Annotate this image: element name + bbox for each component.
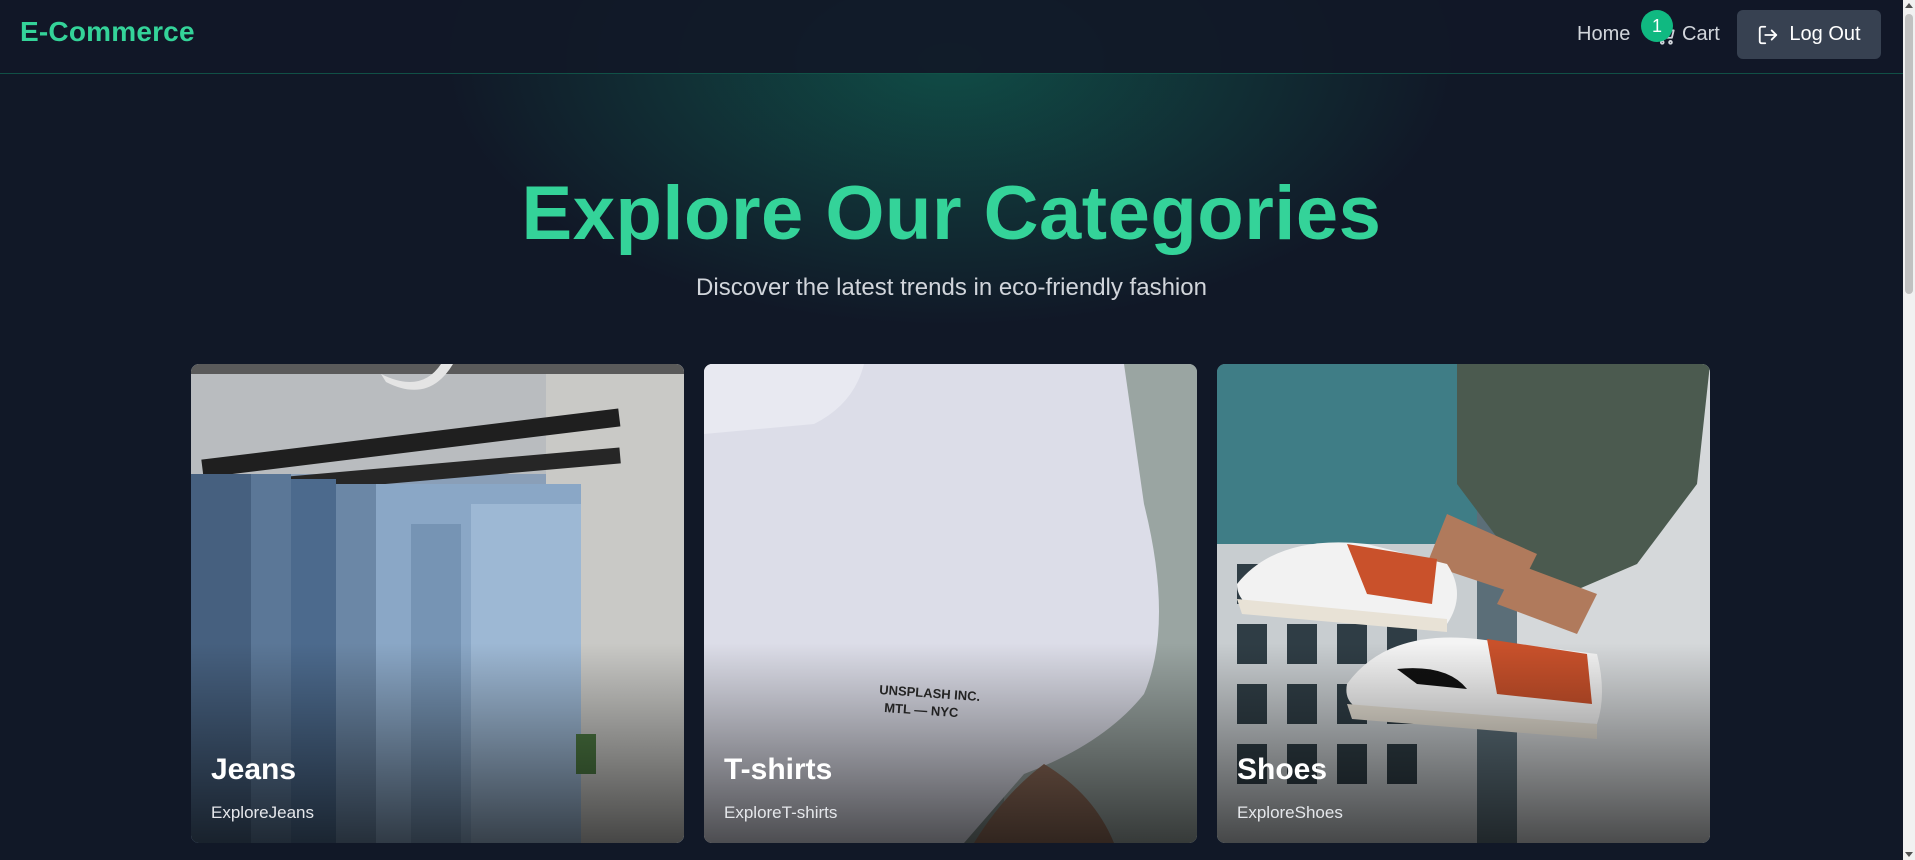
- card-link-text: ExploreShoes: [1237, 803, 1343, 822]
- card-link-text: ExploreJeans: [211, 803, 315, 822]
- category-card-jeans[interactable]: Jeans ExploreJeans: [191, 364, 684, 843]
- category-card-tshirts[interactable]: UNSPLASH INC. MTL — NYC T-shirts Explore…: [704, 364, 1197, 843]
- log-out-icon: [1757, 24, 1779, 46]
- page-title: Explore Our Categories: [521, 171, 1382, 256]
- nav-home-link[interactable]: Home: [1577, 23, 1630, 46]
- page-scrollbar[interactable]: [1903, 0, 1915, 860]
- scrollbar-thumb[interactable]: [1905, 14, 1913, 294]
- brand-logo[interactable]: E-Commerce: [20, 16, 195, 48]
- card-title: Shoes: [1237, 753, 1328, 786]
- cart-count-badge: 1: [1641, 10, 1673, 42]
- page-subtitle: Discover the latest trends in eco-friend…: [696, 274, 1207, 301]
- logout-button[interactable]: Log Out: [1737, 10, 1881, 59]
- card-title: T-shirts: [724, 753, 833, 786]
- category-card-shoes[interactable]: Shoes ExploreShoes: [1217, 364, 1710, 843]
- scroll-up-arrow-icon[interactable]: [1905, 3, 1913, 8]
- card-link-text: ExploreT-shirts: [724, 803, 838, 822]
- logout-label: Log Out: [1789, 23, 1861, 45]
- page: E-Commerce Home Cart 1 Log Out Explore O…: [0, 0, 1915, 860]
- navbar: E-Commerce Home Cart 1 Log Out: [0, 0, 1903, 74]
- scroll-down-arrow-icon[interactable]: [1905, 852, 1913, 857]
- card-title: Jeans: [211, 753, 297, 786]
- cart-label: Cart: [1682, 23, 1720, 45]
